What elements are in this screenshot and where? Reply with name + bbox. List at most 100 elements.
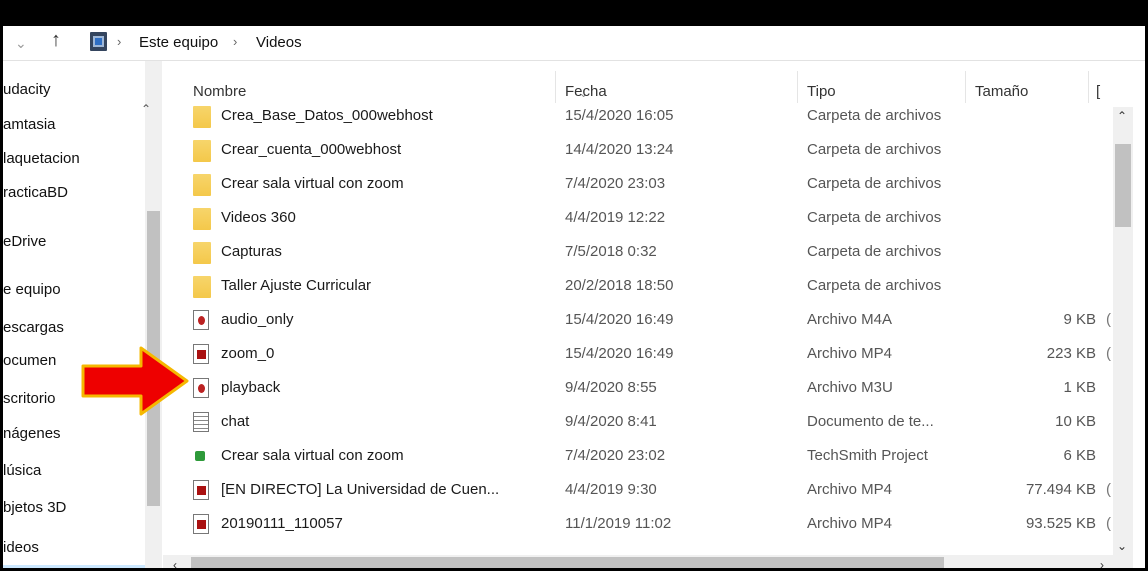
file-list: Nombre ⌄ Fecha Tipo Tamaño [ Crea_Base_D… bbox=[163, 61, 1145, 568]
table-row[interactable]: Videos 360 4/4/2019 12:22 Carpeta de archi… bbox=[163, 201, 1113, 234]
file-type: Carpeta de archivos bbox=[807, 243, 942, 260]
video-file-icon bbox=[193, 514, 209, 534]
file-name: Crea_Base_Datos_000webhost bbox=[221, 107, 433, 124]
folder-icon bbox=[193, 242, 211, 264]
file-extra: ( bbox=[1106, 515, 1111, 532]
file-date: 9/4/2020 8:55 bbox=[565, 379, 657, 396]
scroll-down-icon[interactable]: ⌄ bbox=[1117, 539, 1127, 553]
nav-item-camtasia[interactable]: amtasia bbox=[3, 116, 56, 138]
file-type: Carpeta de archivos bbox=[807, 209, 942, 226]
nav-item-maquetacion[interactable]: laquetacion bbox=[3, 150, 80, 172]
table-row[interactable]: audio_only 15/4/2020 16:49 Archivo M4A 9 KB… bbox=[163, 303, 1113, 336]
file-explorer-window: ⌄ ↑ › Este equipo › Videos udacity amtas… bbox=[3, 26, 1145, 568]
nav-scroll-up-icon[interactable]: ⌃ bbox=[141, 102, 151, 116]
table-row[interactable]: Crear sala virtual con zoom 7/4/2020 23:0… bbox=[163, 439, 1113, 472]
file-type: Archivo M3U bbox=[807, 379, 893, 396]
file-date: 15/4/2020 16:49 bbox=[565, 311, 674, 328]
table-row[interactable]: Crea_Base_Datos_000webhost 15/4/2020 16:0… bbox=[163, 99, 1113, 132]
file-name: Crear_cuenta_000webhost bbox=[221, 141, 402, 158]
file-date: 20/2/2018 18:50 bbox=[565, 277, 674, 294]
table-row[interactable]: Crear_cuenta_000webhost 14/4/2020 13:24 Ca… bbox=[163, 133, 1113, 166]
scroll-up-icon[interactable]: ⌃ bbox=[1117, 109, 1127, 123]
nav-item-videos[interactable]: ideos bbox=[3, 539, 39, 561]
file-size: 1 KB bbox=[1063, 379, 1096, 396]
file-date: 4/4/2019 9:30 bbox=[565, 481, 657, 498]
table-row[interactable]: Capturas 7/5/2018 0:32 Carpeta de archivos bbox=[163, 235, 1113, 268]
file-date: 15/4/2020 16:49 bbox=[565, 345, 674, 362]
table-row[interactable]: Taller Ajuste Curricular 20/2/2018 18:50 C… bbox=[163, 269, 1113, 302]
up-arrow-icon[interactable]: ↑ bbox=[51, 29, 61, 52]
breadcrumb-videos[interactable]: Videos bbox=[256, 34, 302, 51]
file-name: Capturas bbox=[221, 243, 282, 260]
nav-item-musica[interactable]: lúsica bbox=[3, 462, 41, 484]
media-file-icon bbox=[193, 310, 209, 330]
file-extra: ( bbox=[1106, 481, 1111, 498]
file-name: [EN DIRECTO] La Universidad de Cuen... bbox=[221, 481, 500, 498]
file-size: 6 KB bbox=[1063, 447, 1096, 464]
video-file-icon bbox=[193, 480, 209, 500]
column-header-tamano[interactable]: Tamaño bbox=[975, 83, 1028, 100]
nav-item-practicabd[interactable]: racticaBD bbox=[3, 184, 68, 206]
column-header-fecha[interactable]: Fecha bbox=[565, 83, 607, 100]
scroll-right-icon[interactable]: › bbox=[1100, 558, 1104, 568]
nav-item-documentos[interactable]: ocumen bbox=[3, 352, 56, 374]
file-type: Archivo M4A bbox=[807, 311, 893, 328]
scroll-left-icon[interactable]: ‹ bbox=[173, 558, 177, 568]
table-row[interactable]: chat 9/4/2020 8:41 Documento de te... 10 KB bbox=[163, 405, 1113, 438]
file-date: 11/1/2019 11:02 bbox=[565, 515, 672, 532]
file-type: TechSmith Project bbox=[807, 447, 928, 464]
nav-item-onedrive[interactable]: eDrive bbox=[3, 233, 46, 255]
breadcrumb-este-equipo[interactable]: Este equipo bbox=[139, 34, 218, 51]
file-size: 9 KB bbox=[1063, 311, 1096, 328]
file-date: 14/4/2020 13:24 bbox=[565, 141, 674, 158]
file-date: 15/4/2020 16:05 bbox=[565, 107, 674, 124]
file-type: Carpeta de archivos bbox=[807, 107, 942, 124]
folder-icon bbox=[193, 208, 211, 230]
file-name: zoom_0 bbox=[221, 345, 275, 362]
nav-item-audacity[interactable]: udacity bbox=[3, 81, 51, 103]
file-size: 223 KB bbox=[1046, 345, 1096, 362]
vertical-scrollbar[interactable]: ⌃ ⌄ bbox=[1113, 107, 1133, 555]
table-row[interactable]: playback 9/4/2020 8:55 Archivo M3U 1 KB bbox=[163, 371, 1113, 404]
table-row[interactable]: [EN DIRECTO] La Universidad de Cuen... 4/… bbox=[163, 473, 1113, 506]
file-size: 93.525 KB bbox=[1025, 515, 1096, 532]
column-header-nombre[interactable]: Nombre bbox=[193, 83, 246, 100]
horizontal-scrollbar-thumb[interactable] bbox=[191, 557, 944, 568]
folder-icon bbox=[193, 140, 211, 162]
navigation-pane: udacity amtasia laquetacion racticaBD eD… bbox=[3, 61, 163, 568]
table-row[interactable]: zoom_0 15/4/2020 16:49 Archivo MP4 223 KB ( bbox=[163, 337, 1113, 370]
file-name: chat bbox=[221, 413, 250, 430]
breadcrumb-separator-icon: › bbox=[117, 34, 122, 49]
nav-item-objetos-3d[interactable]: bjetos 3D bbox=[3, 499, 66, 521]
table-row[interactable]: Crear sala virtual con zoom 7/4/2020 23:0… bbox=[163, 167, 1113, 200]
file-date: 4/4/2019 12:22 bbox=[565, 209, 666, 226]
file-date: 7/4/2020 23:03 bbox=[565, 175, 666, 192]
nav-item-descargas[interactable]: escargas bbox=[3, 319, 64, 341]
folder-icon bbox=[193, 276, 211, 298]
file-size: 10 KB bbox=[1055, 413, 1096, 430]
file-type: Archivo MP4 bbox=[807, 515, 893, 532]
file-extra: ( bbox=[1106, 311, 1111, 328]
horizontal-scrollbar[interactable]: ‹ › bbox=[163, 555, 1133, 568]
folder-icon bbox=[193, 106, 211, 128]
file-type: Archivo MP4 bbox=[807, 345, 893, 362]
recent-locations-chevron-icon[interactable]: ⌄ bbox=[15, 35, 27, 52]
file-type: Carpeta de archivos bbox=[807, 141, 942, 158]
vertical-scrollbar-thumb[interactable] bbox=[1115, 144, 1131, 227]
file-type: Documento de te... bbox=[807, 413, 934, 430]
file-name: Crear sala virtual con zoom bbox=[221, 447, 404, 464]
nav-item-imagenes[interactable]: nágenes bbox=[3, 425, 61, 447]
nav-item-este-equipo[interactable]: e equipo bbox=[3, 281, 61, 303]
nav-scrollbar[interactable] bbox=[145, 61, 162, 568]
column-header-extra[interactable]: [ bbox=[1096, 83, 1100, 100]
techsmith-project-icon bbox=[193, 446, 209, 466]
nav-item-escritorio[interactable]: scritorio bbox=[3, 390, 56, 412]
column-header-tipo[interactable]: Tipo bbox=[807, 83, 836, 100]
file-name: Crear sala virtual con zoom bbox=[221, 175, 404, 192]
file-name: audio_only bbox=[221, 311, 294, 328]
table-row[interactable]: 20190111_110057 11/1/2019 11:02 Archivo MP… bbox=[163, 507, 1113, 540]
file-name: 20190111_110057 bbox=[221, 515, 343, 532]
file-name: Videos 360 bbox=[221, 209, 296, 226]
media-file-icon bbox=[193, 378, 209, 398]
red-arrow-annotation-icon bbox=[81, 346, 189, 416]
